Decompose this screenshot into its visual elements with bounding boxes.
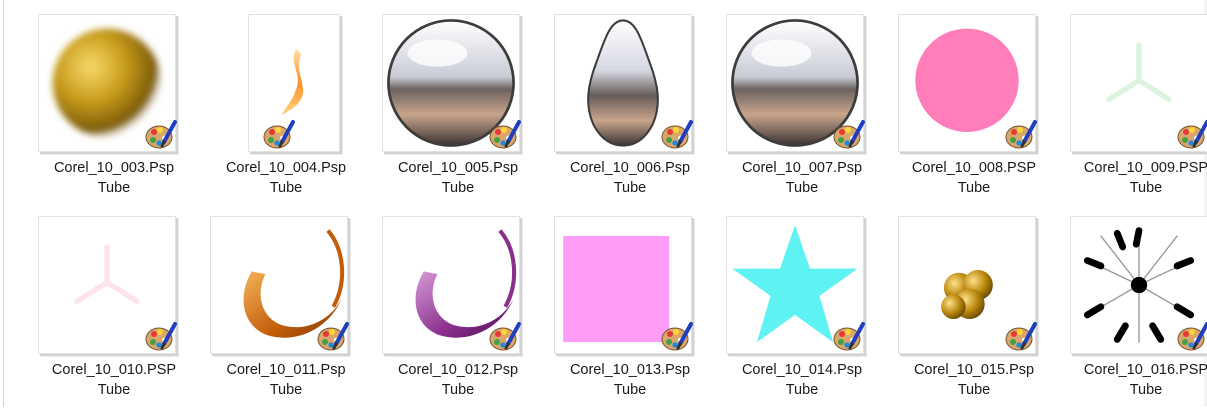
file-name: Corel_10_004.Psp (225, 160, 347, 176)
file-item[interactable]: Corel_10_011.Psp Tube (206, 212, 366, 412)
file-label: Corel_10_011.Psp Tube (206, 360, 366, 400)
paint-palette-icon (660, 118, 694, 152)
file-type: Tube (97, 180, 131, 196)
file-item[interactable]: Corel_10_015.Psp Tube (894, 212, 1054, 412)
file-label: Corel_10_004.Psp Tube (206, 158, 366, 198)
file-name: Corel_10_009.PSP (1083, 160, 1207, 176)
file-item[interactable]: Corel_10_010.PSP Tube (34, 212, 194, 412)
file-type: Tube (613, 180, 647, 196)
file-name: Corel_10_016.PSP (1083, 362, 1207, 378)
paint-palette-icon (488, 118, 522, 152)
paint-palette-icon (832, 118, 866, 152)
file-label: Corel_10_009.PSP Tube (1066, 158, 1207, 198)
paint-palette-icon (262, 118, 296, 152)
file-label: Corel_10_005.Psp Tube (378, 158, 538, 198)
paint-palette-icon (832, 320, 866, 354)
file-type: Tube (957, 382, 991, 398)
paint-palette-icon (1176, 118, 1207, 152)
file-name: Corel_10_014.Psp (741, 362, 863, 378)
file-name: Corel_10_010.PSP (51, 362, 177, 378)
file-type: Tube (97, 382, 131, 398)
paint-palette-icon (144, 118, 178, 152)
file-label: Corel_10_014.Psp Tube (722, 360, 882, 400)
file-name: Corel_10_012.Psp (397, 362, 519, 378)
file-label: Corel_10_010.PSP Tube (34, 360, 194, 400)
file-label: Corel_10_008.PSP Tube (894, 158, 1054, 198)
file-name: Corel_10_007.Psp (741, 160, 863, 176)
file-type: Tube (1129, 382, 1163, 398)
file-label: Corel_10_013.Psp Tube (550, 360, 710, 400)
file-name: Corel_10_011.Psp (226, 362, 346, 378)
file-item[interactable]: Corel_10_004.Psp Tube (206, 10, 366, 210)
file-name: Corel_10_003.Psp (53, 160, 175, 176)
file-label: Corel_10_012.Psp Tube (378, 360, 538, 400)
paint-palette-icon (488, 320, 522, 354)
file-item[interactable]: Corel_10_006.Psp Tube (550, 10, 710, 210)
file-type: Tube (441, 180, 475, 196)
file-type: Tube (441, 382, 475, 398)
paint-palette-icon (1176, 320, 1207, 354)
file-type: Tube (1129, 180, 1163, 196)
file-item[interactable]: Corel_10_005.Psp Tube (378, 10, 538, 210)
file-type: Tube (269, 180, 303, 196)
file-item[interactable]: Corel_10_012.Psp Tube (378, 212, 538, 412)
file-item[interactable]: Corel_10_003.Psp Tube (34, 10, 194, 210)
file-label: Corel_10_016.PSP Tube (1066, 360, 1207, 400)
file-type: Tube (785, 180, 819, 196)
paint-palette-icon (144, 320, 178, 354)
paint-palette-icon (316, 320, 350, 354)
file-item[interactable]: Corel_10_008.PSP Tube (894, 10, 1054, 210)
file-name: Corel_10_015.Psp (913, 362, 1035, 378)
file-item[interactable]: Corel_10_014.Psp Tube (722, 212, 882, 412)
file-icon-grid: Corel_10_003.Psp Tube Corel_10_004.Psp Tub… (0, 0, 1207, 407)
file-item[interactable]: Corel_10_013.Psp Tube (550, 212, 710, 412)
paint-palette-icon (660, 320, 694, 354)
paint-palette-icon (1004, 320, 1038, 354)
file-name: Corel_10_006.Psp (569, 160, 691, 176)
paint-palette-icon (1004, 118, 1038, 152)
file-type: Tube (785, 382, 819, 398)
file-type: Tube (613, 382, 647, 398)
file-item[interactable]: Corel_10_009.PSP Tube (1066, 10, 1207, 210)
file-label: Corel_10_006.Psp Tube (550, 158, 710, 198)
file-name: Corel_10_008.PSP (911, 160, 1037, 176)
file-item[interactable]: Corel_10_016.PSP Tube (1066, 212, 1207, 412)
file-label: Corel_10_003.Psp Tube (34, 158, 194, 198)
file-type: Tube (269, 382, 303, 398)
file-name: Corel_10_005.Psp (397, 160, 519, 176)
file-item[interactable]: Corel_10_007.Psp Tube (722, 10, 882, 210)
file-type: Tube (957, 180, 991, 196)
file-label: Corel_10_007.Psp Tube (722, 158, 882, 198)
file-name: Corel_10_013.Psp (569, 362, 691, 378)
file-label: Corel_10_015.Psp Tube (894, 360, 1054, 400)
